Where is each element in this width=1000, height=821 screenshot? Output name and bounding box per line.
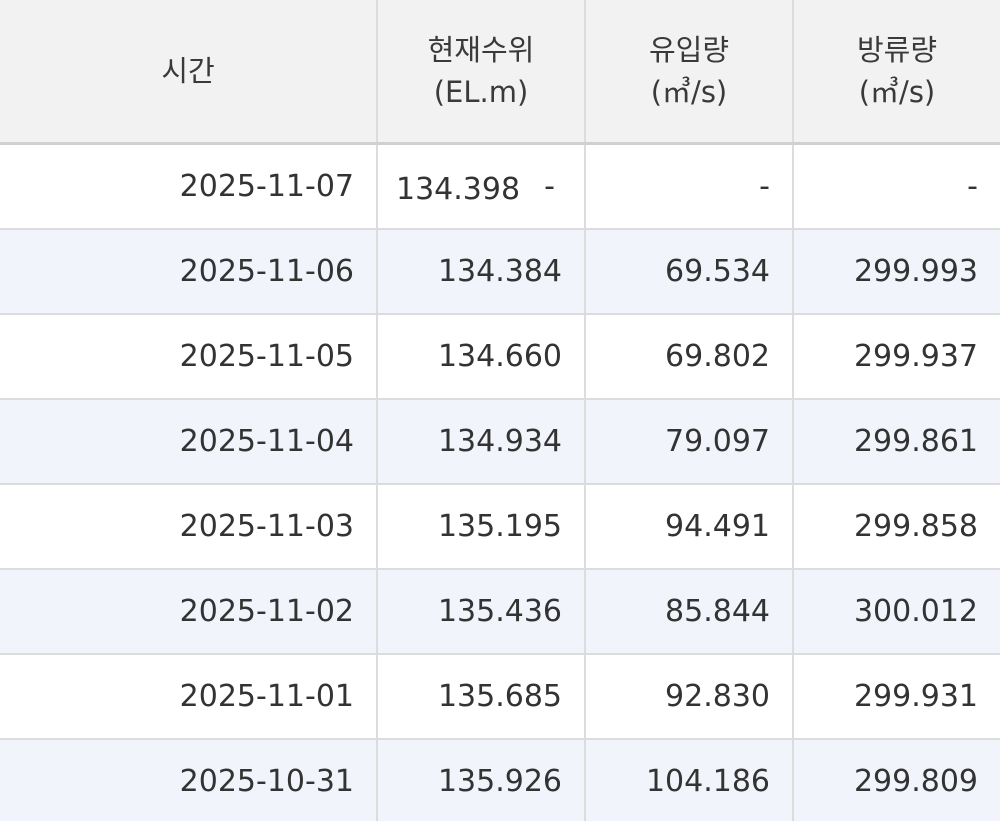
column-header-inflow-unit: (㎥/s) xyxy=(650,75,728,109)
water-level-table-container: 시간 현재수위 (EL.m) 유입량 (㎥/s) 방류량 (㎥/s) 2025-… xyxy=(0,0,1000,821)
cell-time: 2025-11-05 xyxy=(0,314,378,400)
column-header-time-label: 시간 xyxy=(161,54,215,88)
column-header-inflow-label: 유입량 xyxy=(648,33,730,67)
cell-outflow: 299.858 xyxy=(793,484,1000,570)
table-row: 2025-11-01 135.685 92.830 299.931 xyxy=(0,654,1000,740)
column-header-level-label: 현재수위 xyxy=(427,33,535,67)
cell-outflow: 299.809 xyxy=(793,739,1000,821)
cell-outflow: 299.993 xyxy=(793,229,1000,315)
cell-outflow: 300.012 xyxy=(793,569,1000,655)
table-body: 2025-11-07 134.398- - - 2025-11-06 134.3… xyxy=(0,143,1000,821)
table-row: 2025-11-07 134.398- - - xyxy=(0,143,1000,230)
cell-level: 135.926 xyxy=(377,739,586,821)
cell-inflow: 104.186 xyxy=(585,739,794,821)
header-row: 시간 현재수위 (EL.m) 유입량 (㎥/s) 방류량 (㎥/s) xyxy=(0,0,1000,145)
cell-time: 2025-11-01 xyxy=(0,654,378,740)
cell-inflow: 92.830 xyxy=(585,654,794,740)
column-header-inflow: 유입량 (㎥/s) xyxy=(585,0,794,145)
cell-inflow: 94.491 xyxy=(585,484,794,570)
cell-level: 135.195 xyxy=(377,484,586,570)
cell-level: 135.436 xyxy=(377,569,586,655)
cell-time: 2025-11-03 xyxy=(0,484,378,570)
cell-inflow: - xyxy=(585,143,794,230)
cell-time: 2025-11-06 xyxy=(0,229,378,315)
column-header-outflow-unit: (㎥/s) xyxy=(858,75,936,109)
table-header: 시간 현재수위 (EL.m) 유입량 (㎥/s) 방류량 (㎥/s) xyxy=(0,0,1000,145)
cell-time: 2025-11-02 xyxy=(0,569,378,655)
cell-level-value: 134.398 xyxy=(396,172,521,207)
cell-inflow: 69.802 xyxy=(585,314,794,400)
table-row: 2025-10-31 135.926 104.186 299.809 xyxy=(0,739,1000,821)
cell-inflow: 79.097 xyxy=(585,399,794,485)
cell-level: 135.685 xyxy=(377,654,586,740)
cell-time: 2025-10-31 xyxy=(0,739,378,821)
cell-level-extra: - xyxy=(544,169,555,204)
table-row: 2025-11-03 135.195 94.491 299.858 xyxy=(0,484,1000,570)
cell-inflow: 85.844 xyxy=(585,569,794,655)
cell-outflow: - xyxy=(793,143,1000,230)
table-row: 2025-11-04 134.934 79.097 299.861 xyxy=(0,399,1000,485)
column-header-time: 시간 xyxy=(0,0,378,145)
cell-time: 2025-11-07 xyxy=(0,143,378,230)
cell-time: 2025-11-04 xyxy=(0,399,378,485)
cell-level: 134.660 xyxy=(377,314,586,400)
cell-level: 134.934 xyxy=(377,399,586,485)
cell-inflow: 69.534 xyxy=(585,229,794,315)
column-header-level-unit: (EL.m) xyxy=(433,75,529,109)
cell-outflow: 299.931 xyxy=(793,654,1000,740)
table-row: 2025-11-02 135.436 85.844 300.012 xyxy=(0,569,1000,655)
table-row: 2025-11-05 134.660 69.802 299.937 xyxy=(0,314,1000,400)
column-header-outflow-label: 방류량 xyxy=(856,33,938,67)
cell-outflow: 299.937 xyxy=(793,314,1000,400)
column-header-outflow: 방류량 (㎥/s) xyxy=(793,0,1000,145)
cell-level: 134.398- xyxy=(377,143,586,230)
cell-level: 134.384 xyxy=(377,229,586,315)
column-header-level: 현재수위 (EL.m) xyxy=(377,0,586,145)
cell-outflow: 299.861 xyxy=(793,399,1000,485)
table-row: 2025-11-06 134.384 69.534 299.993 xyxy=(0,229,1000,315)
water-level-table: 시간 현재수위 (EL.m) 유입량 (㎥/s) 방류량 (㎥/s) 2025-… xyxy=(0,0,1000,821)
